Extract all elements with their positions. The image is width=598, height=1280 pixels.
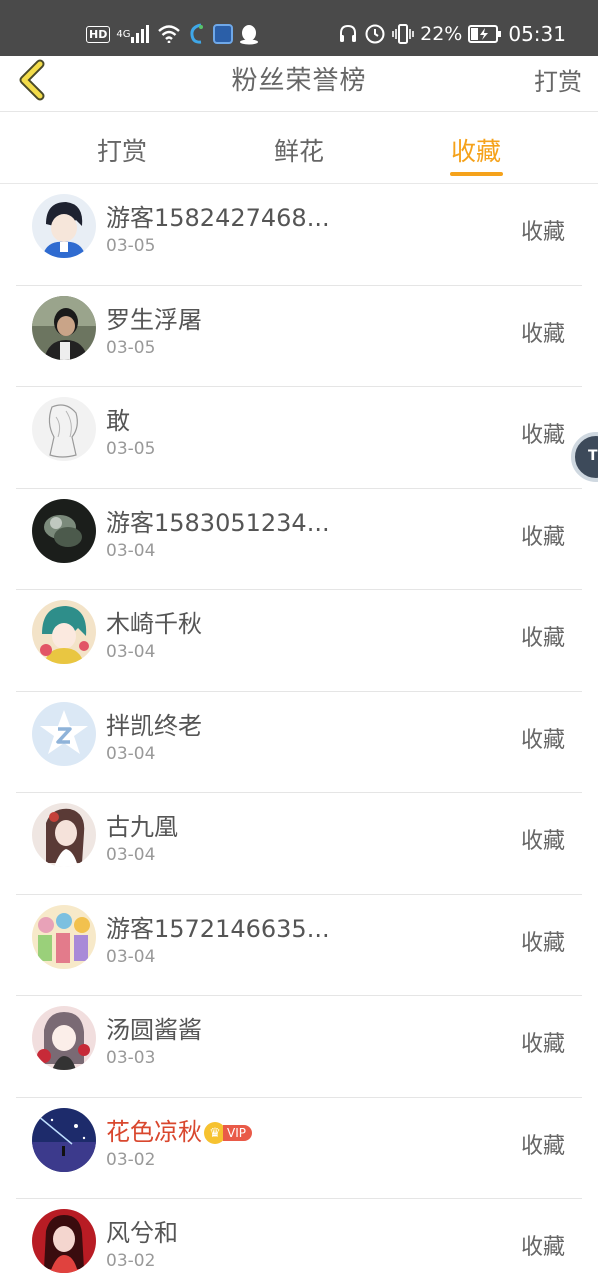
battery-percent: 22% [420, 23, 463, 45]
fan-name: 木崎千秋 [106, 610, 202, 638]
qq-icon [239, 23, 259, 45]
fan-name: 敢 [106, 407, 130, 435]
fan-date: 03-05 [106, 337, 156, 358]
assistive-touch-icon: T [588, 448, 598, 464]
status-bar-left: HD 4G [86, 20, 259, 48]
list-item[interactable]: 汤圆酱酱 03-03 收藏 [16, 996, 582, 1098]
fan-date: 03-02 [106, 1251, 156, 1271]
page-title: 粉丝荣誉榜 [231, 66, 367, 96]
reward-button[interactable]: 打赏 [534, 62, 582, 97]
avatar [32, 498, 96, 563]
vibrate-icon [392, 23, 414, 45]
fan-action: 收藏 [520, 727, 565, 753]
fan-action: 收藏 [520, 524, 565, 550]
fan-date: 03-02 [106, 1149, 156, 1170]
avatar [32, 904, 96, 969]
list-item[interactable]: 木崎千秋 03-04 收藏 [16, 590, 582, 692]
fan-name: 花色凉秋 ♛ VIP [106, 1112, 252, 1147]
vip-label: VIP [223, 1125, 252, 1141]
list-item[interactable]: 花色凉秋 ♛ VIP 03-02 收藏 [16, 1098, 582, 1199]
wifi-icon [157, 23, 181, 45]
fan-name: 游客1572146635... [106, 914, 330, 943]
fan-action: 收藏 [520, 220, 565, 245]
tab-bar: 打赏 鲜花 收藏 [0, 112, 598, 184]
list-item[interactable]: 游客1583051234... 03-04 收藏 [16, 489, 582, 590]
active-tab-indicator [450, 172, 503, 176]
fan-name: 游客1583051234... [106, 508, 330, 537]
avatar [32, 295, 96, 360]
list-item[interactable]: 风兮和 03-02 收藏 [16, 1199, 582, 1280]
fan-date: 03-04 [106, 946, 156, 967]
chat-app-icon [213, 23, 234, 45]
fan-date: 03-04 [106, 540, 156, 561]
hd-icon: HD [86, 25, 111, 43]
avatar [32, 1107, 96, 1172]
headset-icon [338, 23, 358, 45]
app-header: 粉丝荣誉榜 打赏 [0, 56, 598, 112]
status-bar-right: 22% 05:31 [338, 20, 566, 48]
fan-action: 收藏 [520, 423, 565, 448]
fan-action: 收藏 [520, 626, 565, 651]
fan-name: 汤圆酱酱 [106, 1016, 202, 1044]
fan-date: 03-03 [106, 1048, 156, 1068]
battery-icon [468, 23, 502, 45]
fan-date: 03-05 [106, 236, 156, 256]
avatar [32, 1209, 96, 1273]
4g-signal-icon: 4G [116, 23, 151, 45]
fan-date: 03-04 [106, 743, 156, 764]
avatar [32, 701, 96, 766]
list-item[interactable]: 古九凰 03-04 收藏 [16, 793, 582, 895]
fan-action: 收藏 [520, 1235, 565, 1260]
alarm-icon [364, 23, 386, 45]
tab-flowers[interactable]: 鲜花 [239, 132, 359, 168]
list-item[interactable]: 游客1572146635... 03-04 收藏 [16, 895, 582, 996]
fan-name: 古九凰 [106, 813, 178, 841]
fan-action: 收藏 [520, 1133, 565, 1159]
avatar [32, 600, 96, 664]
clock: 05:31 [508, 22, 566, 46]
fan-name-text: 花色凉秋 [106, 1117, 202, 1146]
fan-list: 游客1582427468... 03-05 收藏 罗生浮屠 03-05 收藏 敢… [0, 184, 598, 1280]
fan-name: 罗生浮屠 [106, 305, 202, 334]
fan-date: 03-05 [106, 439, 156, 459]
list-item[interactable]: 游客1582427468... 03-05 收藏 [16, 184, 582, 286]
fan-name: 风兮和 [106, 1219, 178, 1247]
avatar [32, 397, 96, 461]
list-item[interactable]: 罗生浮屠 03-05 收藏 [16, 286, 582, 387]
avatar [32, 803, 96, 867]
fan-name: 游客1582427468... [106, 204, 330, 232]
fan-name: 拌凯终老 [106, 711, 202, 740]
fan-date: 03-04 [106, 845, 156, 865]
list-item[interactable]: 敢 03-05 收藏 [16, 387, 582, 489]
status-bar: HD 4G 22% 05:31 [0, 0, 598, 56]
vip-badge: ♛ VIP [204, 1122, 252, 1144]
tab-favorites[interactable]: 收藏 [416, 132, 536, 168]
fan-action: 收藏 [520, 930, 565, 956]
phone-app-icon [187, 23, 207, 45]
fan-action: 收藏 [520, 1032, 565, 1057]
avatar [32, 1006, 96, 1070]
tab-reward[interactable]: 打赏 [62, 132, 182, 168]
fan-action: 收藏 [520, 829, 565, 854]
list-item[interactable]: 拌凯终老 03-04 收藏 [16, 692, 582, 793]
avatar [32, 194, 96, 258]
fan-date: 03-04 [106, 642, 156, 662]
fan-action: 收藏 [520, 321, 565, 347]
